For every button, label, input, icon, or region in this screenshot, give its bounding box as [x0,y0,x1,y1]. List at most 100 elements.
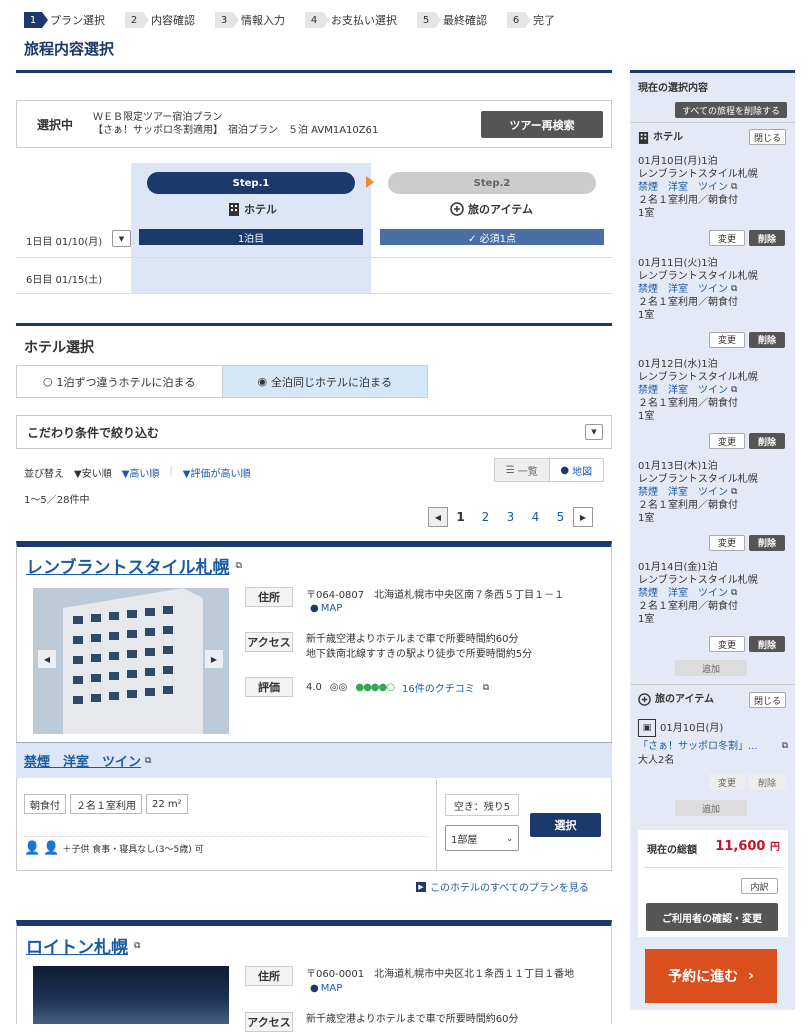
page-link[interactable]: 4 [523,510,548,524]
sort-options: 並び替え ▼安い順 ▼高い順 | ▼評価が高い順 [24,465,251,480]
map-link-row: ● MAP [310,983,342,994]
divider [16,293,612,294]
close-item-button[interactable]: 閉じる [749,692,786,708]
next-page-button[interactable]: ▶ [573,507,593,527]
radio-different-hotels[interactable]: ○ 1泊ずつ違うホテルに泊まる [17,366,222,397]
item-people: 大人2名 [638,755,675,766]
sidebar-entry: 01月10日(月)1泊 レンブラントスタイル札幌 禁煙 洋室 ツイン ⧉ ２名１室… [638,156,758,219]
breakdown-button[interactable]: 内訳 [741,878,778,894]
room-type-link[interactable]: 禁煙 洋室 ツイン [24,751,141,770]
access-text: 新千歳空港よりホテルまで車で所要時間約60分 [306,1014,519,1025]
add-item-button[interactable]: 追加 [675,800,747,816]
select-button[interactable]: 選択 [530,813,601,837]
chevron-right-icon: › [748,968,754,984]
delete-button[interactable]: 削除 [749,636,785,652]
size-tag: 22 m² [146,794,188,814]
delete-all-button[interactable]: すべての旅程を削除する [675,102,787,118]
chevron-down-icon[interactable]: ▼ [585,424,603,440]
page-link[interactable]: 3 [498,510,523,524]
hotel-name-row: ロイトン札幌 ⧉ [26,933,140,958]
divider [16,323,612,326]
sort-cheap[interactable]: ▼安い順 [74,465,112,480]
selected-plan-box: 選択中 ＷＥＢ限定ツアー宿泊プラン 【さぁ！サッポロ冬割適用】 宿泊プラン ５泊… [16,100,612,148]
item-change-button[interactable]: 変更 [709,774,745,790]
day1-dropdown[interactable]: ▼ [112,230,131,247]
access-text: 新千歳空港よりホテルまで車で所要時間約60分 地下鉄南北線すすきの駅より徒歩で所… [306,634,533,660]
chevron-down-icon: ▼ [118,234,125,243]
selected-label: 選択中 [37,117,74,132]
add-hotel-button[interactable]: 追加 [675,660,747,676]
access-label: アクセス [245,632,293,652]
proceed-to-booking-button[interactable]: 予約に進む › [645,949,777,1003]
divider [644,867,782,868]
day1-nights-bar[interactable]: 1泊目 [139,229,363,245]
photo-prev-button[interactable]: ◀ [38,650,56,668]
chevron-left-icon: ◀ [434,512,442,522]
delete-button[interactable]: 削除 [749,331,785,348]
confirm-users-button[interactable]: ご利用者の確認・変更 [646,903,778,931]
map-link[interactable]: MAP [321,603,343,614]
delete-button[interactable]: 削除 [749,230,785,246]
filter-bar[interactable]: こだわり条件で絞り込む ▼ [16,415,612,449]
total-price: 11,600 円 [715,839,780,854]
all-plans-link[interactable]: このホテルのすべてのプランを見る [430,879,589,894]
change-button[interactable]: 変更 [709,331,745,348]
radio-same-hotel[interactable]: ◉ 全泊同じホテルに泊まる [221,366,427,397]
selection-sidebar: 現在の選択内容 すべての旅程を削除する ホテル 閉じる 01月10日(月)1泊 … [630,70,795,1010]
rooms-select[interactable]: 1部屋 ⌄ [445,825,519,851]
hotel-select-title: ホテル選択 [24,340,94,356]
pagination: ◀ 1 2 3 4 5 ▶ [428,507,593,527]
hotel-name-link[interactable]: ロイトン札幌 [26,933,128,958]
map-pin-icon: ● [310,603,319,614]
item-delete-button[interactable]: 削除 [749,774,785,790]
sort-expensive[interactable]: ▼高い順 [122,465,160,480]
divider [630,684,795,685]
sidebar-hotel-header: ホテル [638,131,683,144]
hotel-photo-image [33,588,229,734]
external-window-icon: ⧉ [134,940,141,951]
divider [24,836,428,837]
reviews-link[interactable]: 16件のクチコミ [402,680,475,695]
stay-type-radios: ○ 1泊ずつ違うホテルに泊まる ◉ 全泊同じホテルに泊まる [16,365,428,398]
delete-button[interactable]: 削除 [749,433,785,449]
map-pin-icon: ● [310,983,319,994]
room-type-row: 禁煙 洋室 ツイン ⧉ [16,742,612,778]
room-link[interactable]: 禁煙 洋室 ツイン [638,587,728,600]
room-link[interactable]: 禁煙 洋室 ツイン [638,384,728,397]
item-name-link[interactable]: 「さぁ！サッポロ冬割」... [638,740,758,753]
list-icon: ☰ [505,464,515,476]
room-link[interactable]: 禁煙 洋室 ツイン [638,283,728,296]
external-window-icon: ⧉ [731,385,738,395]
close-hotel-button[interactable]: 閉じる [749,129,786,145]
step-3: 3 情報入力 [215,12,285,28]
view-map-button[interactable]: ● 地図 [550,459,604,481]
step1-pill: Step.1 [147,172,355,194]
external-window-icon: ⧉ [731,283,738,294]
research-tour-button[interactable]: ツアー再検索 [481,111,603,138]
view-list-button[interactable]: ☰ 一覧 [495,459,550,481]
room-link[interactable]: 禁煙 洋室 ツイン [638,181,728,194]
photo-next-button[interactable]: ▶ [205,650,223,668]
hotel-step-label: ホテル [228,201,277,217]
page-link[interactable]: 2 [473,510,498,524]
rating-row: 4.0 ◎◎ ●●●●○ 16件のクチコミ ⧉ [306,680,489,695]
room-link[interactable]: 禁煙 洋室 ツイン [638,486,728,499]
change-button[interactable]: 変更 [709,534,745,551]
map-link[interactable]: MAP [321,983,343,994]
change-button[interactable]: 変更 [709,230,745,246]
external-window-icon: ⧉ [731,182,738,192]
page-link[interactable]: 1 [448,510,473,524]
hotel-name-row: レンブラントスタイル札幌 ⧉ [26,553,242,578]
page-link[interactable]: 5 [548,510,573,524]
hotel-name-link[interactable]: レンブラントスタイル札幌 [26,553,230,578]
meal-tag: 朝食付 [24,794,66,814]
prev-page-button[interactable]: ◀ [428,507,448,527]
day1-required-bar[interactable]: ✓ 必須1点 [380,229,604,245]
delete-button[interactable]: 削除 [749,534,785,551]
step2-pill: Step.2 [388,172,596,194]
change-button[interactable]: 変更 [709,433,745,449]
sort-rating[interactable]: ▼評価が高い順 [183,465,251,480]
hotel-photo: ◀ ▶ [33,588,229,734]
step-2: 2 内容確認 [125,12,195,28]
change-button[interactable]: 変更 [709,636,745,652]
